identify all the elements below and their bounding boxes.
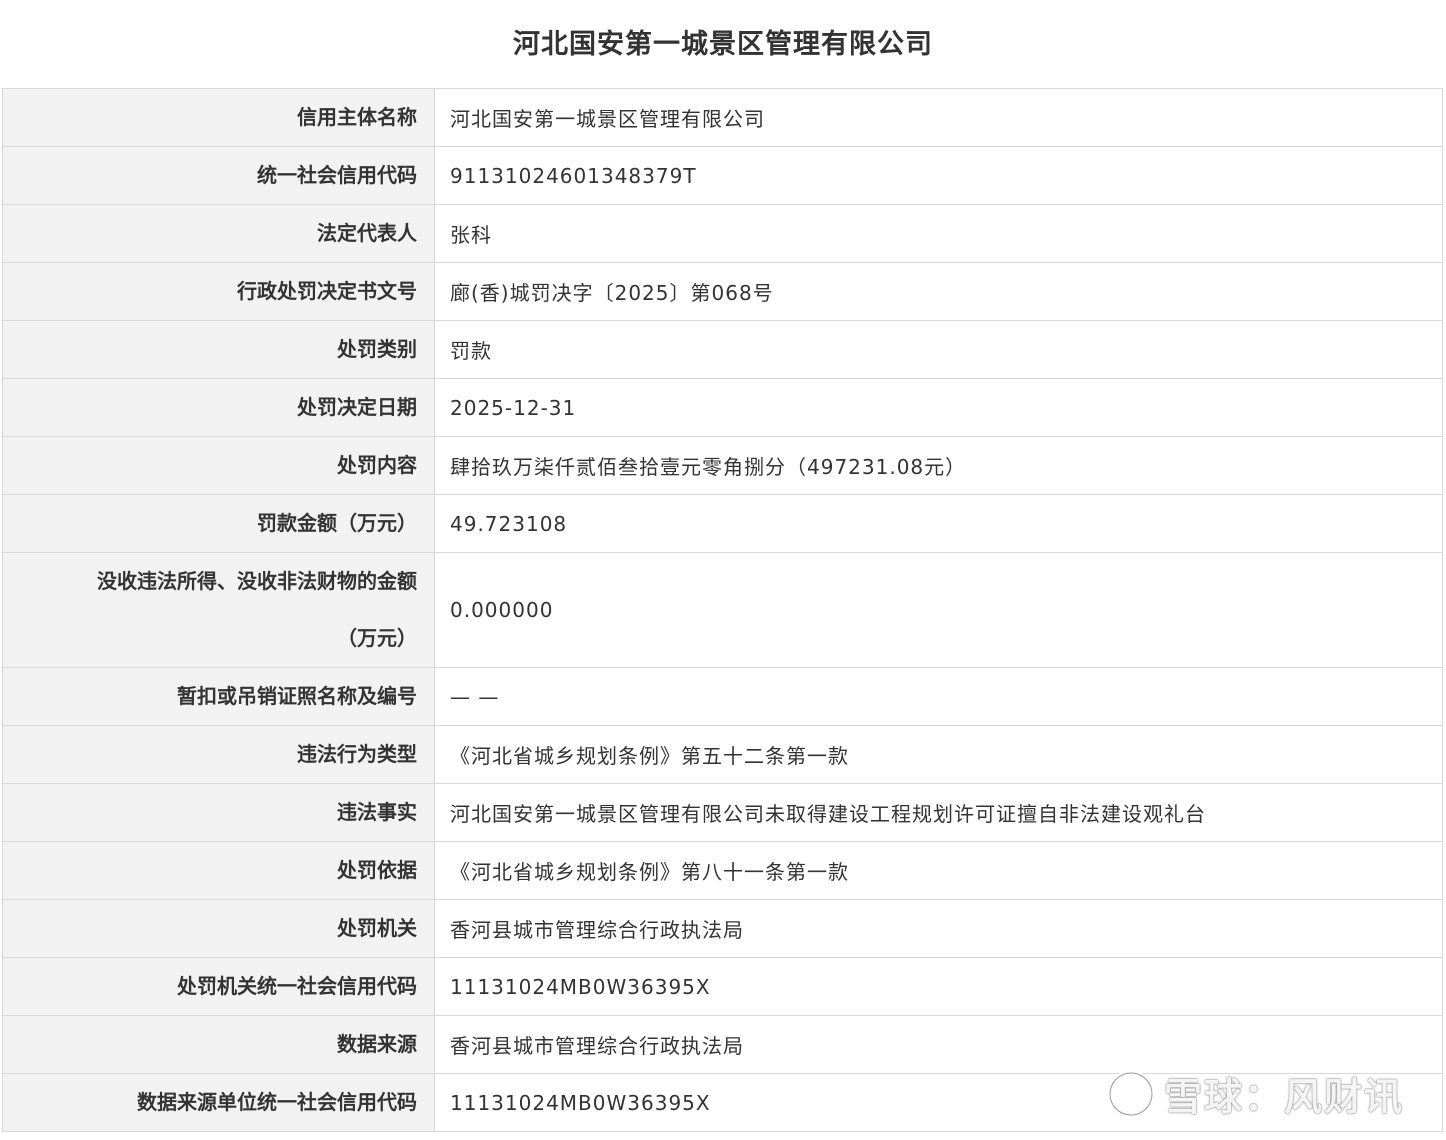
- row-value: 肆拾玖万柒仟贰佰叁拾壹元零角捌分（497231.08元）: [434, 436, 1443, 495]
- table-row: 罚款金额（万元） 49.723108: [2, 494, 1443, 553]
- row-value: 《河北省城乡规划条例》第八十一条第一款: [434, 841, 1443, 900]
- table-row: 处罚机关 香河县城市管理综合行政执法局: [2, 899, 1443, 958]
- row-value: 2025-12-31: [434, 378, 1443, 437]
- row-value: 香河县城市管理综合行政执法局: [434, 899, 1443, 958]
- table-row: 违法事实 河北国安第一城景区管理有限公司未取得建设工程规划许可证擅自非法建设观礼…: [2, 783, 1443, 842]
- table-row: 暂扣或吊销证照名称及编号 — —: [2, 667, 1443, 726]
- row-value: 廊(香)城罚决字〔2025〕第068号: [434, 262, 1443, 321]
- table-row: 数据来源 香河县城市管理综合行政执法局: [2, 1015, 1443, 1074]
- table-row: 处罚内容 肆拾玖万柒仟贰佰叁拾壹元零角捌分（497231.08元）: [2, 436, 1443, 495]
- row-label: 处罚机关统一社会信用代码: [2, 957, 435, 1016]
- row-label: 处罚机关: [2, 899, 435, 958]
- watermark: 雪球：风财讯: [1106, 1066, 1404, 1121]
- table-row: 违法行为类型 《河北省城乡规划条例》第五十二条第一款: [2, 725, 1443, 784]
- row-label: 统一社会信用代码: [2, 146, 435, 205]
- row-value: 张科: [434, 204, 1443, 263]
- row-value: 香河县城市管理综合行政执法局: [434, 1015, 1443, 1074]
- row-label: 处罚依据: [2, 841, 435, 900]
- table-row: 信用主体名称 河北国安第一城景区管理有限公司: [2, 88, 1443, 147]
- row-value: — —: [434, 667, 1443, 726]
- row-label: 处罚内容: [2, 436, 435, 495]
- row-label: 数据来源: [2, 1015, 435, 1074]
- table-row: 处罚类别 罚款: [2, 320, 1443, 379]
- row-value: 罚款: [434, 320, 1443, 379]
- row-value: 《河北省城乡规划条例》第五十二条第一款: [434, 725, 1443, 784]
- row-label: 法定代表人: [2, 204, 435, 263]
- row-label: 处罚类别: [2, 320, 435, 379]
- row-label: 罚款金额（万元）: [2, 494, 435, 553]
- table-row: 处罚机关统一社会信用代码 11131024MB0W36395X: [2, 957, 1443, 1016]
- snowball-logo-icon: [1107, 1070, 1155, 1117]
- table-row: 处罚决定日期 2025-12-31: [2, 378, 1443, 437]
- row-value: 河北国安第一城景区管理有限公司: [434, 88, 1443, 147]
- page-title: 河北国安第一城景区管理有限公司: [513, 29, 933, 60]
- row-value: 91131024601348379T: [434, 146, 1443, 205]
- table-row: 法定代表人 张科: [2, 204, 1443, 263]
- row-label: 数据来源单位统一社会信用代码: [2, 1073, 435, 1132]
- row-value: 0.000000: [434, 552, 1443, 668]
- row-value: 11131024MB0W36395X: [434, 957, 1443, 1016]
- table-row: 处罚依据 《河北省城乡规划条例》第八十一条第一款: [2, 841, 1443, 900]
- row-label: 行政处罚决定书文号: [2, 262, 435, 321]
- page: 河北国安第一城景区管理有限公司 信用主体名称 河北国安第一城景区管理有限公司 统…: [0, 0, 1446, 1140]
- row-label: 信用主体名称: [2, 88, 435, 147]
- row-label: 违法行为类型: [2, 725, 435, 784]
- row-label: 暂扣或吊销证照名称及编号: [2, 667, 435, 726]
- row-label: 处罚决定日期: [2, 378, 435, 437]
- row-label: 没收违法所得、没收非法财物的金额 （万元）: [2, 552, 435, 668]
- row-label: 违法事实: [2, 783, 435, 842]
- table-row: 行政处罚决定书文号 廊(香)城罚决字〔2025〕第068号: [2, 262, 1443, 321]
- row-value: 河北国安第一城景区管理有限公司未取得建设工程规划许可证擅自非法建设观礼台: [434, 783, 1443, 842]
- row-label-line-1: 没收违法所得、没收非法财物的金额: [97, 569, 417, 593]
- table-row: 统一社会信用代码 91131024601348379T: [2, 146, 1443, 205]
- penalty-record-table: 信用主体名称 河北国安第一城景区管理有限公司 统一社会信用代码 91131024…: [2, 88, 1443, 1132]
- table-row: 没收违法所得、没收非法财物的金额 （万元） 0.000000: [2, 552, 1443, 668]
- row-label-line-2: （万元）: [337, 626, 417, 650]
- row-value: 49.723108: [434, 494, 1443, 553]
- watermark-text: 雪球：风财讯: [1163, 1075, 1404, 1119]
